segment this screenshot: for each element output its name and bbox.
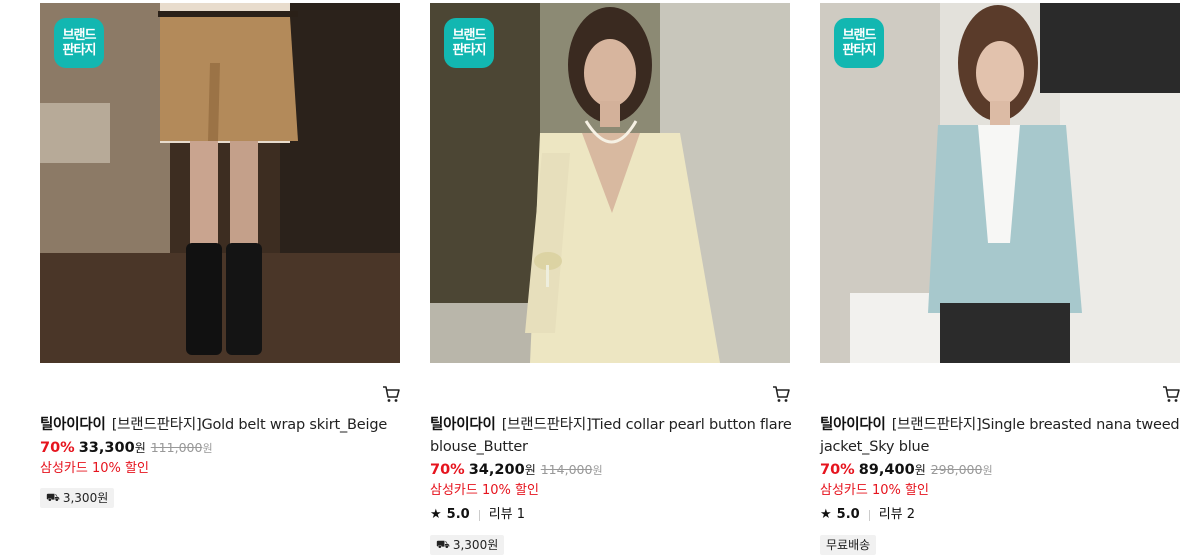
original-price: 111,000 bbox=[150, 440, 203, 455]
shipping-fee: 3,300원 bbox=[62, 491, 109, 505]
original-price: 298,000 bbox=[930, 462, 983, 477]
discount-rate: 70% bbox=[40, 440, 75, 456]
product-info: 틸아이다이 [브랜드판타지]Single breasted nana tweed … bbox=[820, 414, 1188, 555]
cart-icon[interactable] bbox=[772, 385, 790, 403]
cart-icon[interactable] bbox=[382, 385, 400, 403]
review-count[interactable]: 리뷰 2 bbox=[879, 505, 915, 525]
shipping-chip: ⛟ 3,300원 bbox=[430, 535, 505, 555]
badge-line2: 판타지 bbox=[452, 43, 487, 58]
price-row: 70% 89,400원 298,000원 bbox=[820, 459, 1188, 482]
sale-price: 89,400 bbox=[858, 462, 915, 478]
currency: 원 bbox=[524, 463, 536, 477]
brand-name: 틸아이다이 bbox=[40, 417, 106, 433]
brand-name: 틸아이다이 bbox=[430, 417, 496, 433]
card-promo: 삼성카드 10% 할인 bbox=[820, 483, 929, 498]
rating-row: ★ 5.0 리뷰 1 bbox=[430, 505, 802, 525]
sale-price: 33,300 bbox=[78, 440, 135, 456]
badge-line2: 판타지 bbox=[842, 43, 877, 58]
brand-fantasy-badge: 브랜드 판타지 bbox=[444, 18, 494, 68]
product-title[interactable]: 틸아이다이 [브랜드판타지]Tied collar pearl button fl… bbox=[430, 414, 802, 458]
product-image[interactable]: 브랜드 판타지 bbox=[40, 3, 400, 363]
product-title[interactable]: 틸아이다이 [브랜드판타지]Single breasted nana tweed … bbox=[820, 414, 1188, 458]
original-currency: 원 bbox=[982, 464, 993, 477]
original-price: 114,000 bbox=[540, 462, 593, 477]
badge-line1: 브랜드 bbox=[842, 28, 877, 43]
currency: 원 bbox=[914, 463, 926, 477]
badge-line1: 브랜드 bbox=[452, 28, 487, 43]
cart-icon[interactable] bbox=[1162, 385, 1180, 403]
card-promo: 삼성카드 10% 할인 bbox=[40, 461, 149, 476]
price-row: 70% 34,200원 114,000원 bbox=[430, 459, 802, 482]
shipping-fee: 무료배송 bbox=[826, 538, 871, 552]
truck-icon: ⛟ bbox=[46, 491, 60, 504]
original-currency: 원 bbox=[592, 464, 603, 477]
product-image[interactable]: 브랜드 판타지 bbox=[820, 3, 1180, 363]
brand-fantasy-badge: 브랜드 판타지 bbox=[834, 18, 884, 68]
star-icon: ★ bbox=[820, 507, 832, 522]
rating-row: ★ 5.0 리뷰 2 bbox=[820, 505, 1188, 525]
free-shipping-chip: 무료배송 bbox=[820, 535, 877, 555]
card-promo: 삼성카드 10% 할인 bbox=[430, 483, 539, 498]
badge-line1: 브랜드 bbox=[62, 28, 97, 43]
brand-fantasy-badge: 브랜드 판타지 bbox=[54, 18, 104, 68]
discount-rate: 70% bbox=[820, 462, 855, 478]
sale-price: 34,200 bbox=[468, 462, 525, 478]
product-card[interactable]: 브랜드 판타지 틸아이다이 [브랜드판타지]Gold belt wrap skir… bbox=[40, 3, 400, 508]
product-card[interactable]: 브랜드 판타지 틸아이다이 [브랜드판타지]Single breasted nan… bbox=[820, 3, 1180, 555]
shipping-chip: ⛟ 3,300원 bbox=[40, 488, 115, 508]
currency: 원 bbox=[134, 441, 146, 455]
rating-score: 5.0 bbox=[446, 507, 470, 522]
review-count[interactable]: 리뷰 1 bbox=[489, 505, 525, 525]
brand-name: 틸아이다이 bbox=[820, 417, 886, 433]
product-name: [브랜드판타지]Gold belt wrap skirt_Beige bbox=[111, 417, 388, 433]
divider bbox=[868, 509, 870, 521]
shipping-fee: 3,300원 bbox=[452, 538, 499, 552]
discount-rate: 70% bbox=[430, 462, 465, 478]
original-currency: 원 bbox=[202, 442, 213, 455]
rating-score: 5.0 bbox=[836, 507, 860, 522]
star-icon: ★ bbox=[430, 507, 442, 522]
product-image[interactable]: 브랜드 판타지 bbox=[430, 3, 790, 363]
product-grid: 브랜드 판타지 틸아이다이 [브랜드판타지]Gold belt wrap skir… bbox=[0, 0, 1188, 557]
truck-icon: ⛟ bbox=[436, 538, 450, 551]
product-info: 틸아이다이 [브랜드판타지]Gold belt wrap skirt_Beige … bbox=[40, 414, 412, 508]
product-card[interactable]: 브랜드 판타지 틸아이다이 [브랜드판타지]Tied collar pearl b… bbox=[430, 3, 792, 555]
divider bbox=[478, 509, 480, 521]
price-row: 70% 33,300원 111,000원 bbox=[40, 437, 412, 460]
product-title[interactable]: 틸아이다이 [브랜드판타지]Gold belt wrap skirt_Beige bbox=[40, 414, 412, 436]
product-info: 틸아이다이 [브랜드판타지]Tied collar pearl button fl… bbox=[430, 414, 802, 555]
badge-line2: 판타지 bbox=[62, 43, 97, 58]
